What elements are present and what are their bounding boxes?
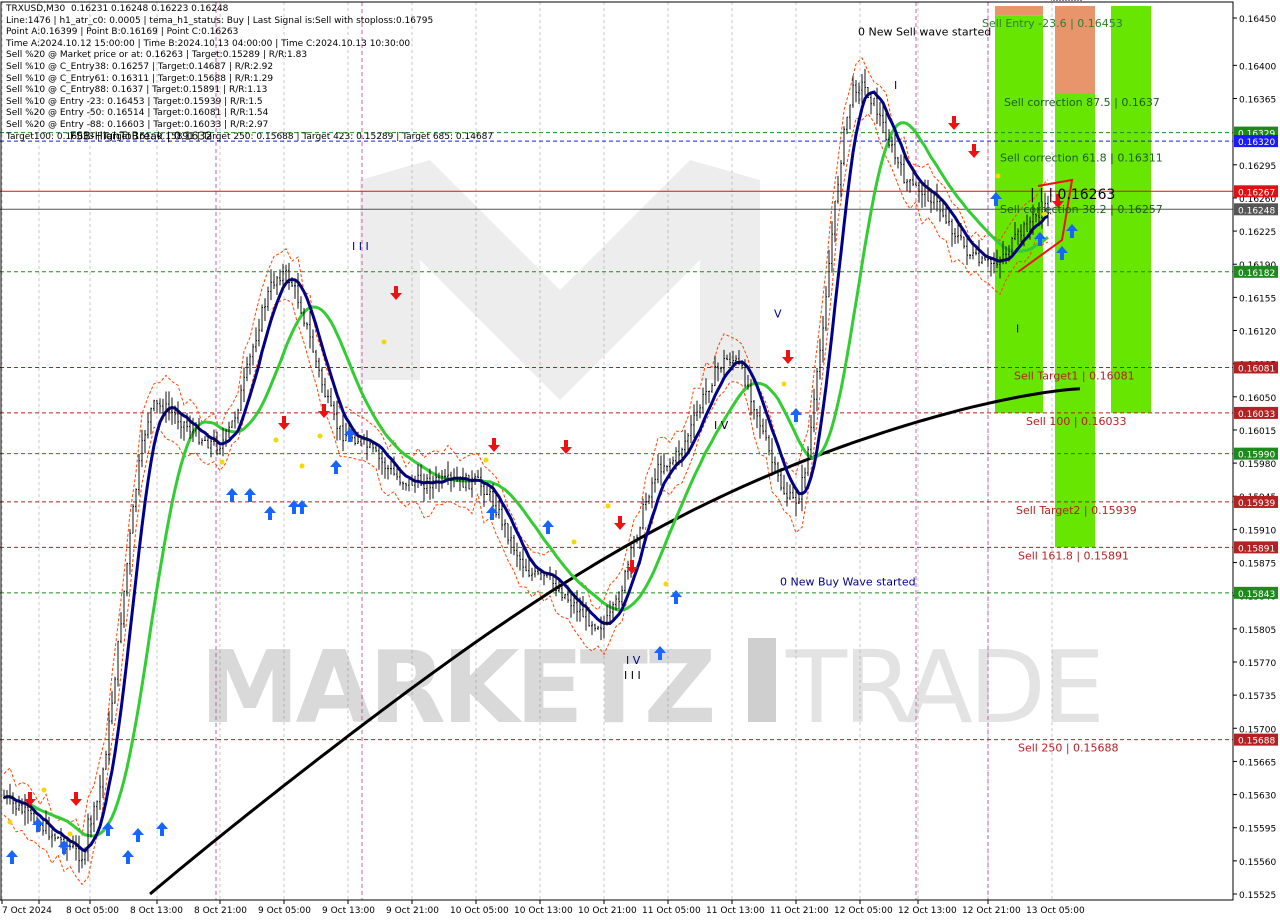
y-tick-label: 0.15805: [1239, 626, 1276, 636]
x-tick-label: 11 Oct 13:00: [706, 906, 765, 916]
signal-dot: [317, 433, 323, 439]
x-tick-label: 10 Oct 05:00: [450, 906, 509, 916]
x-tick-label: 10 Oct 13:00: [514, 906, 573, 916]
y-tick-label: 0.15980: [1239, 460, 1276, 470]
y-tick-label: 0.15525: [1239, 891, 1276, 901]
x-tick-label: 8 Oct 13:00: [130, 906, 183, 916]
signal-dot: [273, 437, 279, 443]
watermark-trade: TRADE: [785, 629, 1101, 746]
x-tick-label: 7 Oct 2024: [2, 906, 52, 916]
info-line: Sell %10 @ C_Entry61: 0.16311 | Target:0…: [6, 73, 274, 84]
y-tick-label: 0.15875: [1239, 560, 1276, 570]
zone-label: Sell Entry -23.6 | 0.16453: [982, 17, 1123, 30]
y-tick-label: 0.16050: [1239, 394, 1276, 404]
x-tick-label: 12 Oct 13:00: [898, 906, 957, 916]
zone-label: Sell Target2 | 0.15939: [1016, 504, 1137, 517]
info-line: Line:1476 | h1_atr_c0: 0.0005 | tema_h1_…: [6, 15, 434, 26]
x-tick-label: 8 Oct 21:00: [194, 906, 247, 916]
x-tick-label: 11 Oct 21:00: [770, 906, 829, 916]
y-tick-label: 0.16365: [1239, 95, 1276, 105]
watermark-marketz: MARKETZ: [200, 629, 713, 746]
zone-bar-entry: [995, 6, 1043, 16]
x-tick-label: 12 Oct 05:00: [834, 906, 893, 916]
x-tick-label: 10 Oct 21:00: [578, 906, 637, 916]
info-line: Sell %20 @ Entry -50: 0.16514 | Target:0…: [6, 108, 269, 119]
price-level-tag-text: 0.16081: [1238, 364, 1275, 374]
price-level-tag-text: 0.15891: [1238, 544, 1275, 554]
x-tick-label: 9 Oct 05:00: [258, 906, 311, 916]
y-tick-label: 0.15770: [1239, 659, 1276, 669]
signal-dot: [299, 463, 305, 469]
info-line: Sell %10 @ Entry -23: 0.16453 | Target:0…: [6, 96, 263, 107]
y-tick-label: 0.15735: [1239, 692, 1276, 702]
annotation-label: 0 New Buy Wave started: [780, 575, 916, 588]
x-tick-label: 9 Oct 21:00: [386, 906, 439, 916]
signal-dot: [571, 539, 577, 545]
zone-label: Sell correction 87.5 | 0.1637: [1004, 96, 1160, 109]
signal-dot: [41, 787, 47, 793]
zone-label: Sell correction 61.8 | 0.16311: [1000, 152, 1163, 165]
y-tick-label: 0.15595: [1239, 825, 1276, 835]
annotation-label: I I I: [352, 240, 369, 253]
info-line: Sell %20 @ Market price or at: 0.16263 |…: [6, 50, 308, 61]
info-line: Sell %10 @ C_Entry38: 0.16257 | Target:0…: [6, 61, 274, 72]
info-line: Time A:2024.10.12 15:00:00 | Time B:2024…: [6, 38, 411, 49]
x-tick-label: 9 Oct 13:00: [322, 906, 375, 916]
annotation-label: I: [1016, 323, 1019, 336]
annotation-label: I I I: [624, 669, 641, 682]
info-line: TRXUSD,M30 0.16231 0.16248 0.16223 0.162…: [6, 4, 229, 14]
info-panel: TRXUSD,M30 0.16231 0.16248 0.16223 0.162…: [6, 4, 493, 143]
x-tick-label: 12 Oct 21:00: [962, 906, 1021, 916]
y-tick-label: 0.16450: [1239, 15, 1276, 25]
zone-label: Sell correction 38.2 | 0.16257: [1000, 203, 1163, 216]
price-level-tag-text: 0.15990: [1238, 451, 1275, 461]
y-tick-label: 0.16225: [1239, 228, 1276, 238]
info-line: Sell %10 @ C_Entry88: 0.1637 | Target:0.…: [6, 85, 268, 96]
signal-dot: [381, 339, 387, 345]
signal-dot: [663, 581, 669, 587]
zone-label: Sell 100 | 0.16033: [1026, 415, 1127, 428]
signal-dot: [995, 173, 1001, 179]
signal-dot: [7, 819, 13, 825]
price-level-tag-text: 0.16320: [1238, 138, 1275, 148]
price-level-tag-text: 0.16182: [1238, 269, 1275, 279]
x-tick-label: 11 Oct 05:00: [642, 906, 701, 916]
zone-label: Sell 250 | 0.15688: [1018, 742, 1119, 755]
y-tick-label: 0.16120: [1239, 328, 1276, 338]
y-tick-label: 0.16015: [1239, 427, 1276, 437]
price-level-tag-text: 0.15688: [1238, 737, 1275, 747]
signal-dot: [605, 503, 611, 509]
x-tick-label: 8 Oct 05:00: [66, 906, 119, 916]
y-tick-label: 0.16155: [1239, 294, 1276, 304]
annotation-label: V: [774, 307, 782, 320]
signal-dot: [219, 459, 225, 465]
annotation-label: I V: [714, 419, 729, 432]
annotation-label: I V: [626, 654, 641, 667]
annotation-label: I: [894, 79, 897, 92]
y-tick-label: 0.16400: [1239, 62, 1276, 72]
x-tick-label: 13 Oct 05:00: [1026, 906, 1085, 916]
watermark-bar: [748, 638, 776, 722]
annotation-label: 0 New Sell wave started: [858, 25, 991, 38]
signal-dot: [781, 381, 787, 387]
info-line: Target100: 0.16033 | Target 161: 0.15891…: [6, 131, 494, 142]
y-tick-label: 0.16295: [1239, 162, 1276, 172]
zone-label: Sell 161.8 | 0.15891: [1018, 549, 1129, 562]
price-level-tag-text: 0.16248: [1238, 206, 1275, 216]
price-level-tag-text: 0.15939: [1238, 499, 1275, 509]
signal-dot: [67, 831, 73, 837]
y-tick-label: 0.15630: [1239, 792, 1276, 802]
info-line: Point A:0.16399 | Point B:0.16169 | Poin…: [6, 27, 239, 38]
signal-dot: [483, 457, 489, 463]
zone-label: | | | 0.16263: [1030, 187, 1115, 203]
price-level-tag-text: 0.16033: [1238, 410, 1275, 420]
price-level-tag-text: 0.15843: [1238, 590, 1275, 600]
info-line: Sell %20 @ Entry -88: 0.16603 | Target:0…: [6, 119, 269, 130]
zone-label: Sell Target1 | 0.16081: [1014, 369, 1135, 382]
y-tick-label: 0.15910: [1239, 526, 1276, 536]
price-level-tag-text: 0.16267: [1238, 188, 1275, 198]
y-tick-label: 0.15560: [1239, 858, 1276, 868]
y-tick-label: 0.15665: [1239, 758, 1276, 768]
